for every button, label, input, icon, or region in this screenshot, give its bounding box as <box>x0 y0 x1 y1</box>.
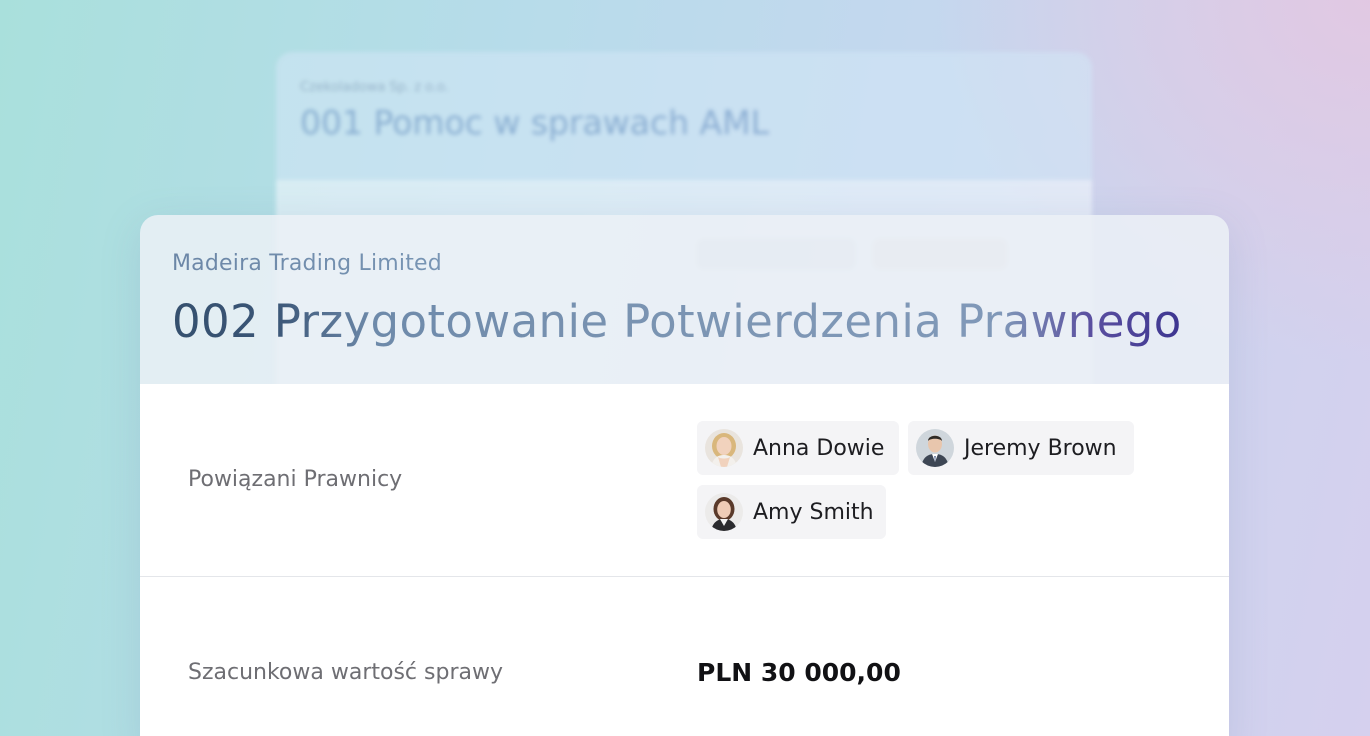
lawyer-chip-jeremy-brown[interactable]: Jeremy Brown <box>908 421 1134 475</box>
lawyers-row: Powiązani Prawnicy Anna Dowie Jeremy Bro… <box>140 384 1229 577</box>
case-card[interactable]: Madeira Trading Limited 002 Przygotowani… <box>140 215 1229 736</box>
case-client-name: Madeira Trading Limited <box>172 251 442 276</box>
lawyers-label: Powiązani Prawnicy <box>188 467 403 492</box>
lawyer-name: Jeremy Brown <box>964 435 1117 461</box>
case-title: 002 Przygotowanie Potwierdzenia Prawnego <box>172 295 1182 348</box>
page-background: Czekoladowa Sp. z o.o. 001 Pomoc w spraw… <box>0 0 1370 736</box>
estimated-value-label: Szacunkowa wartość sprawy <box>188 660 503 685</box>
background-case-client: Czekoladowa Sp. z o.o. <box>300 80 449 95</box>
lawyer-chip-anna-dowie[interactable]: Anna Dowie <box>697 421 899 475</box>
lawyer-name: Amy Smith <box>753 499 874 525</box>
male-suit-avatar <box>916 429 954 467</box>
background-case-header: Czekoladowa Sp. z o.o. 001 Pomoc w spraw… <box>276 52 1092 180</box>
case-details: Powiązani Prawnicy Anna Dowie Jeremy Bro… <box>140 384 1229 736</box>
lawyer-name: Anna Dowie <box>753 435 885 461</box>
lawyer-chip-amy-smith[interactable]: Amy Smith <box>697 485 886 539</box>
female-dark-hair-avatar <box>705 493 743 531</box>
background-case-title: 001 Pomoc w sprawach AML <box>300 103 769 142</box>
female-blonde-avatar <box>705 429 743 467</box>
estimated-value: PLN 30 000,00 <box>697 658 901 687</box>
case-header: Madeira Trading Limited 002 Przygotowani… <box>140 215 1229 384</box>
